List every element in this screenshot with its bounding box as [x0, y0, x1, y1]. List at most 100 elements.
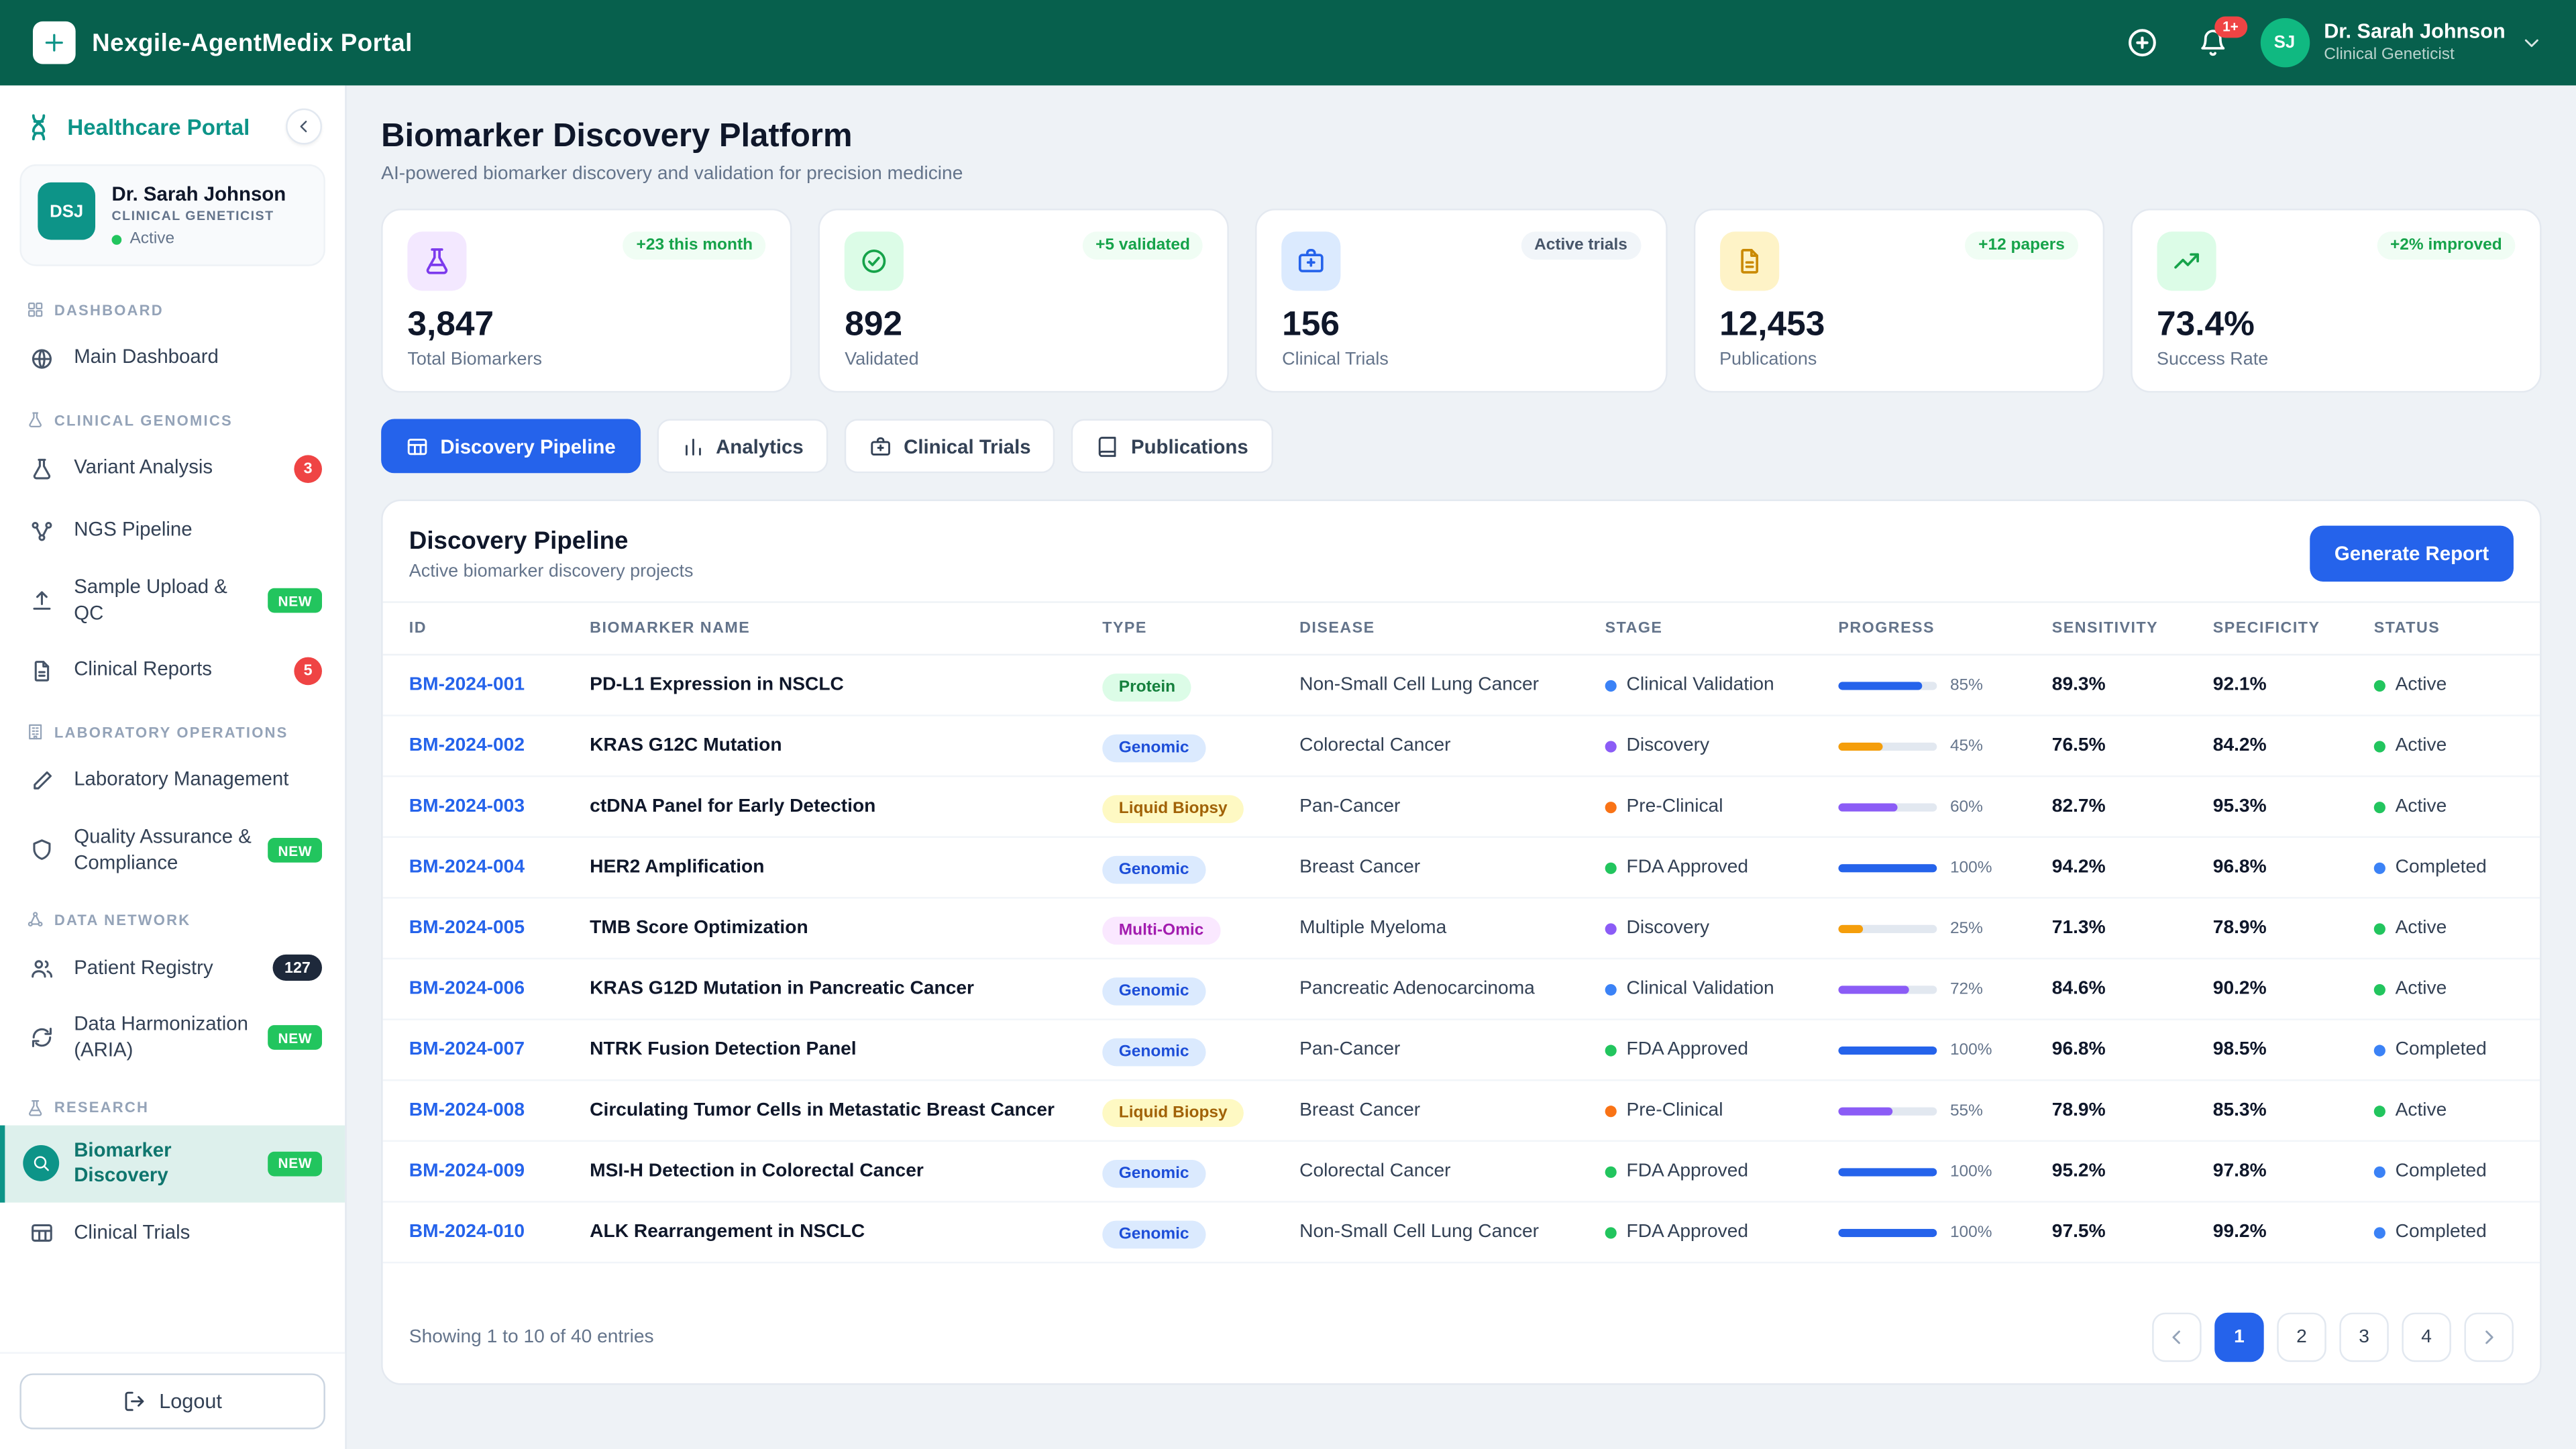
type-cell: Liquid Biopsy	[1102, 791, 1299, 822]
row-id-link[interactable]: BM-2024-006	[409, 979, 590, 999]
briefcase-icon	[1282, 231, 1341, 290]
biomarker-name: KRAS G12C Mutation	[590, 734, 1102, 759]
table-row[interactable]: BM-2024-006KRAS G12D Mutation in Pancrea…	[383, 959, 2540, 1020]
row-id-link[interactable]: BM-2024-004	[409, 857, 590, 877]
row-id-link[interactable]: BM-2024-008	[409, 1101, 590, 1120]
page-button-4[interactable]: 4	[2402, 1313, 2451, 1362]
sidebar-collapse-button[interactable]	[286, 109, 322, 145]
sidebar-title: Healthcare Portal	[67, 114, 272, 139]
discovery-pipeline-panel: Discovery Pipeline Active biomarker disc…	[381, 499, 2541, 1385]
user-role: Clinical Geneticist	[2324, 46, 2505, 66]
biomarker-name: Circulating Tumor Cells in Metastatic Br…	[590, 1098, 1102, 1123]
type-cell: Genomic	[1102, 852, 1299, 883]
progress-cell: 45%	[1838, 737, 2051, 755]
stage-cell: FDA Approved	[1605, 1040, 1839, 1059]
file-icon	[23, 653, 59, 689]
logout-button[interactable]: Logout	[19, 1373, 325, 1429]
stat-value: 3,847	[407, 306, 765, 345]
table-row[interactable]: BM-2024-001PD-L1 Expression in NSCLCProt…	[383, 655, 2540, 716]
sidebar-item-laboratory-management[interactable]: Laboratory Management	[0, 749, 345, 812]
status-dot	[2374, 801, 2385, 812]
row-id-link[interactable]: BM-2024-007	[409, 1040, 590, 1059]
sidebar-avatar: DSJ	[38, 182, 95, 240]
stage-label: Pre-Clinical	[1626, 1101, 1723, 1120]
user-menu[interactable]: SJ Dr. Sarah Johnson Clinical Geneticist	[2260, 18, 2543, 67]
logout-label: Logout	[159, 1390, 222, 1413]
sensitivity-cell: 84.6%	[2052, 979, 2213, 999]
type-cell: Genomic	[1102, 731, 1299, 762]
sidebar-item-data-harmonization-aria[interactable]: Data Harmonization (ARIA)NEW	[0, 1000, 345, 1077]
stat-card-top: +12 papers	[1719, 231, 2078, 290]
generate-report-button[interactable]: Generate Report	[2310, 526, 2514, 582]
sidebar-item-main-dashboard[interactable]: Main Dashboard	[0, 327, 345, 389]
chevron-right-icon	[2477, 1326, 2500, 1348]
specificity-cell: 78.9%	[2213, 918, 2374, 938]
sidebar-item-label: Sample Upload & QC	[74, 575, 254, 626]
row-id-link[interactable]: BM-2024-002	[409, 736, 590, 755]
brand[interactable]: Nexgile-AgentMedix Portal	[33, 21, 413, 64]
page-button-1[interactable]: 1	[2214, 1313, 2263, 1362]
bars-icon	[682, 435, 704, 458]
column-header-type: TYPE	[1102, 619, 1299, 637]
type-pill: Genomic	[1102, 977, 1205, 1005]
sidebar-item-quality-assurance-compliance[interactable]: Quality Assurance & ComplianceNEW	[0, 812, 345, 890]
row-id-link[interactable]: BM-2024-009	[409, 1161, 590, 1181]
table-row[interactable]: BM-2024-004HER2 AmplificationGenomicBrea…	[383, 838, 2540, 899]
sidebar-item-ngs-pipeline[interactable]: NGS Pipeline	[0, 499, 345, 561]
row-id-link[interactable]: BM-2024-003	[409, 797, 590, 816]
sidebar-item-label: NGS Pipeline	[74, 518, 322, 543]
status-label: Active	[2396, 676, 2447, 695]
sidebar-item-biomarker-discovery[interactable]: Biomarker DiscoveryNEW	[0, 1124, 345, 1202]
stage-dot	[1605, 1166, 1617, 1177]
tab-label: Analytics	[716, 435, 804, 458]
tab-analytics[interactable]: Analytics	[657, 419, 828, 473]
topbar-actions: 1+ SJ Dr. Sarah Johnson Clinical Genetic…	[2118, 18, 2543, 67]
sidebar-user-card[interactable]: DSJ Dr. Sarah Johnson CLINICAL GENETICIS…	[19, 164, 325, 266]
status-cell: Active	[2374, 979, 2514, 999]
page-button-3[interactable]: 3	[2339, 1313, 2388, 1362]
row-id-link[interactable]: BM-2024-005	[409, 918, 590, 938]
previous-page-button[interactable]	[2152, 1313, 2201, 1362]
sidebar-user-role: CLINICAL GENETICIST	[112, 209, 286, 223]
table-row[interactable]: BM-2024-005TMB Score OptimizationMulti-O…	[383, 899, 2540, 960]
table-row[interactable]: BM-2024-010ALK Rearrangement in NSCLCGen…	[383, 1203, 2540, 1264]
sidebar-item-patient-registry[interactable]: Patient Registry127	[0, 937, 345, 1000]
disease-cell: Breast Cancer	[1299, 857, 1605, 877]
sidebar-item-label: Variant Analysis	[74, 455, 279, 481]
book-icon	[1097, 435, 1120, 458]
table-row[interactable]: BM-2024-007NTRK Fusion Detection PanelGe…	[383, 1020, 2540, 1081]
notifications-button[interactable]: 1+	[2191, 21, 2234, 64]
disease-cell: Breast Cancer	[1299, 1101, 1605, 1120]
add-button[interactable]	[2118, 19, 2165, 66]
row-id-link[interactable]: BM-2024-001	[409, 676, 590, 695]
status-dot	[2374, 740, 2385, 751]
progress-bar	[1838, 985, 1937, 993]
table-row[interactable]: BM-2024-003ctDNA Panel for Early Detecti…	[383, 777, 2540, 838]
column-header-id: ID	[409, 619, 590, 637]
page-button-2[interactable]: 2	[2277, 1313, 2326, 1362]
stage-cell: Clinical Validation	[1605, 979, 1839, 999]
sidebar-item-clinical-trials[interactable]: Clinical Trials	[0, 1202, 345, 1265]
panel-header: Discovery Pipeline Active biomarker disc…	[383, 501, 2540, 601]
tab-discovery-pipeline[interactable]: Discovery Pipeline	[381, 419, 640, 473]
stage-cell: FDA Approved	[1605, 857, 1839, 877]
sidebar-item-clinical-reports[interactable]: Clinical Reports5	[0, 639, 345, 702]
tab-clinical-trials[interactable]: Clinical Trials	[845, 419, 1055, 473]
next-page-button[interactable]	[2464, 1313, 2513, 1362]
row-id-link[interactable]: BM-2024-010	[409, 1222, 590, 1242]
tab-publications[interactable]: Publications	[1072, 419, 1273, 473]
biomarker-name: HER2 Amplification	[590, 855, 1102, 880]
table-row[interactable]: BM-2024-008Circulating Tumor Cells in Me…	[383, 1081, 2540, 1142]
status-cell: Active	[2374, 736, 2514, 755]
table-row[interactable]: BM-2024-009MSI-H Detection in Colorectal…	[383, 1142, 2540, 1203]
table-row[interactable]: BM-2024-002KRAS G12C MutationGenomicColo…	[383, 716, 2540, 777]
stat-label: Total Biomarkers	[407, 350, 765, 370]
panel-title: Discovery Pipeline	[409, 527, 694, 555]
sidebar-item-variant-analysis[interactable]: Variant Analysis3	[0, 437, 345, 499]
type-cell: Protein	[1102, 669, 1299, 701]
sidebar-item-sample-upload-qc[interactable]: Sample Upload & QCNEW	[0, 562, 345, 640]
stat-label: Success Rate	[2157, 350, 2515, 370]
disease-cell: Pan-Cancer	[1299, 797, 1605, 816]
biomarker-name: ctDNA Panel for Early Detection	[590, 794, 1102, 819]
biomarker-name: KRAS G12D Mutation in Pancreatic Cancer	[590, 977, 1102, 1002]
